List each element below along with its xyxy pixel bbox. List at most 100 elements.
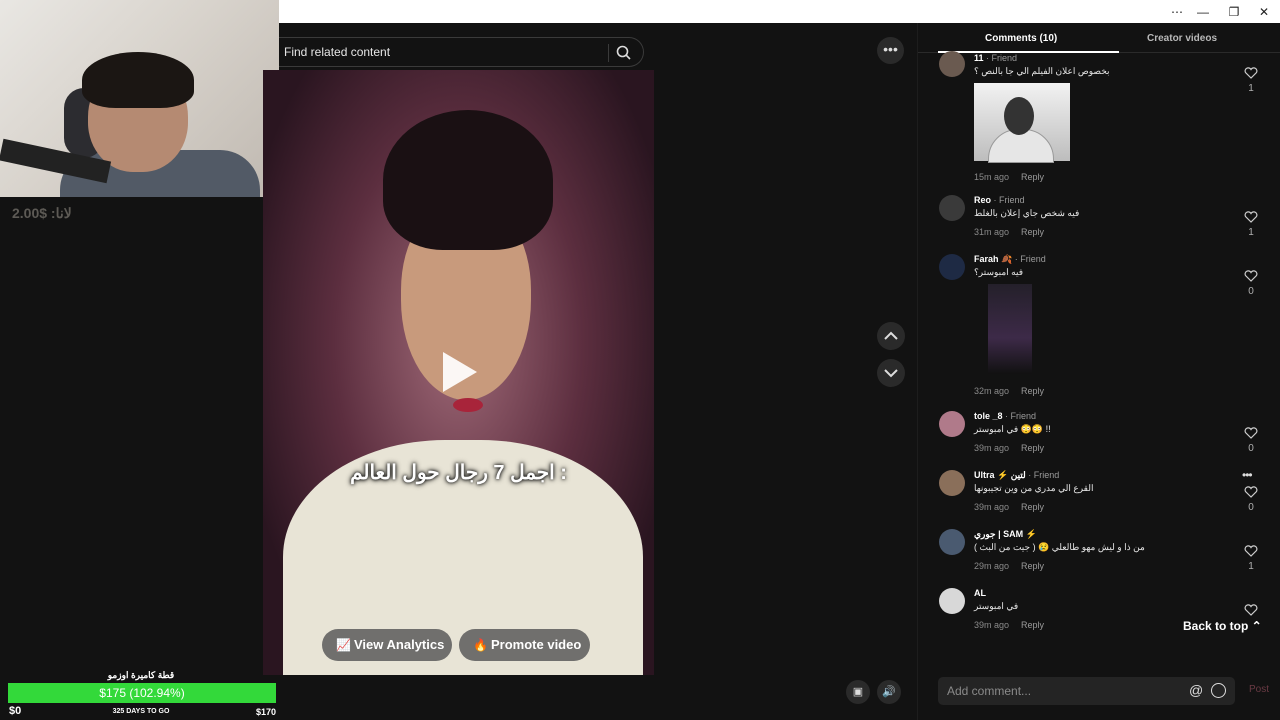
comment-meta: 39m ago Reply [974,502,1044,512]
reply-button[interactable]: Reply [1021,227,1044,237]
chevron-down-icon [884,369,898,378]
comment-text: في امبوستر [974,601,1019,611]
comment-author[interactable]: AL [974,588,986,598]
like-count: 1 [1248,227,1254,238]
avatar[interactable] [939,411,965,437]
comment-author[interactable]: tole _8 · Friend [974,411,1036,421]
mention-icon[interactable]: @ [1189,682,1203,698]
comment-text: بخصوص اعلان الفيلم الي جا بالنص ؟ [974,66,1110,76]
donation-goal: قطة كاميرة اوزمو $175 (102.94%) $0 325 D… [0,668,282,720]
window-titlebar: ⋯ — ❐ ✕ [279,0,1280,23]
reply-button[interactable]: Reply [1021,386,1044,396]
comment-text: فيه امبوستر؟ [974,267,1024,277]
video-player[interactable]: اجمل 7 رجال حول العالم : [263,70,654,675]
video-lips [453,398,483,412]
search-input[interactable]: Find related content [284,45,390,59]
goal-title: قطة كاميرة اوزمو [107,670,175,680]
promote-video-label: Promote video [491,637,582,652]
comment-author[interactable]: جوري | SAM ⚡ [974,529,1037,540]
window-more-icon[interactable]: ⋯ [1169,4,1185,20]
minimize-icon[interactable]: — [1195,4,1211,20]
avatar[interactable] [939,470,965,496]
more-options-button[interactable]: ••• [877,37,904,64]
comment-time: 39m ago [974,502,1010,512]
author-name: tole _8 [974,411,1003,421]
reply-button[interactable]: Reply [1021,172,1044,182]
maximize-icon[interactable]: ❐ [1226,4,1242,20]
comment-image[interactable] [974,83,1070,163]
like-count: 1 [1248,561,1254,572]
avatar[interactable] [939,529,965,555]
author-name: 11 [974,53,984,63]
comment-meta: 29m ago Reply [974,561,1044,571]
comment-author[interactable]: Reo · Friend [974,195,1025,205]
heart-icon[interactable] [1244,427,1258,439]
reply-button[interactable]: Reply [1021,620,1044,630]
panel-tabs: Comments (10) Creator videos [918,23,1280,53]
friend-tag: · Friend [1014,254,1046,264]
flame-icon: 🔥 [473,638,488,652]
avatar[interactable] [939,588,965,614]
previous-video-button[interactable] [877,322,905,350]
close-icon[interactable]: ✕ [1256,4,1272,20]
comment-meta: 32m ago Reply [974,386,1044,396]
comment-meta: 31m ago Reply [974,227,1044,237]
search-icon[interactable] [615,44,633,62]
comment-author[interactable]: Ultra ⚡ لتين · Friend [974,470,1059,481]
comment-text: القرع الي مدري من وين تجيبونها [974,483,1094,493]
author-name: Ultra ⚡ لتين [974,470,1026,480]
next-video-button[interactable] [877,359,905,387]
heart-icon[interactable] [1244,604,1258,616]
reply-button[interactable]: Reply [1021,502,1044,512]
avatar[interactable] [939,195,965,221]
view-analytics-button[interactable]: 📈 View Analytics [322,629,452,661]
friend-tag: · Friend [993,195,1025,205]
emoji-icon[interactable] [1211,683,1226,698]
analytics-icon: 📈 [336,638,351,652]
comment-time: 15m ago [974,172,1010,182]
reply-button[interactable]: Reply [1021,443,1044,453]
heart-icon[interactable] [1244,486,1258,498]
search-bar[interactable]: Find related content [279,37,644,67]
comment-time: 31m ago [974,227,1010,237]
add-comment-box[interactable]: Add comment... @ [938,677,1235,705]
like-count: 0 [1248,502,1254,513]
avatar[interactable] [939,254,965,280]
play-icon[interactable] [443,352,477,392]
stream-label: لانا: $2.00 [12,205,72,221]
comment-meta: 15m ago Reply [974,172,1044,182]
video-caption: اجمل 7 رجال حول العالم : [350,462,567,484]
pip-button[interactable]: ▣ [846,680,870,704]
heart-icon[interactable] [1244,211,1258,223]
friend-tag: · Friend [1005,411,1037,421]
comment-author[interactable]: Farah 🍂 · Friend [974,254,1046,265]
add-comment-input[interactable]: Add comment... [947,684,1031,698]
heart-icon[interactable] [1244,67,1258,79]
volume-icon[interactable]: 🔊 [877,680,901,704]
post-button[interactable]: Post [1249,684,1269,695]
heart-icon[interactable] [1244,545,1258,557]
comment-meta: 39m ago Reply [974,443,1044,453]
tab-creator-videos[interactable]: Creator videos [1147,33,1217,44]
comments-panel: Comments (10) Creator videos 11 · Friend… [917,23,1280,720]
comment-text: في امبوستر 😳😳 !! [974,424,1051,434]
comment-time: 39m ago [974,620,1010,630]
back-to-top-button[interactable]: Back to top ⌃ [1183,619,1262,633]
tab-comments[interactable]: Comments (10) [985,33,1057,44]
author-name: Farah 🍂 [974,254,1013,264]
search-divider [608,44,609,62]
heart-icon[interactable] [1244,270,1258,282]
avatar[interactable] [939,51,965,77]
goal-target: $170 [255,707,276,717]
view-analytics-label: View Analytics [354,637,445,652]
comment-author[interactable]: 11 · Friend [974,53,1017,63]
tab-underline [938,51,1119,53]
image-head [1004,97,1034,135]
promote-video-button[interactable]: 🔥 Promote video [459,629,590,661]
comment-meta: 39m ago Reply [974,620,1044,630]
goal-days: 325 DAYS TO GO [112,708,170,715]
friend-tag: · Friend [1028,470,1060,480]
comment-video-thumbnail[interactable] [988,284,1032,374]
reply-button[interactable]: Reply [1021,561,1044,571]
comment-more-icon[interactable]: ••• [1242,468,1253,482]
